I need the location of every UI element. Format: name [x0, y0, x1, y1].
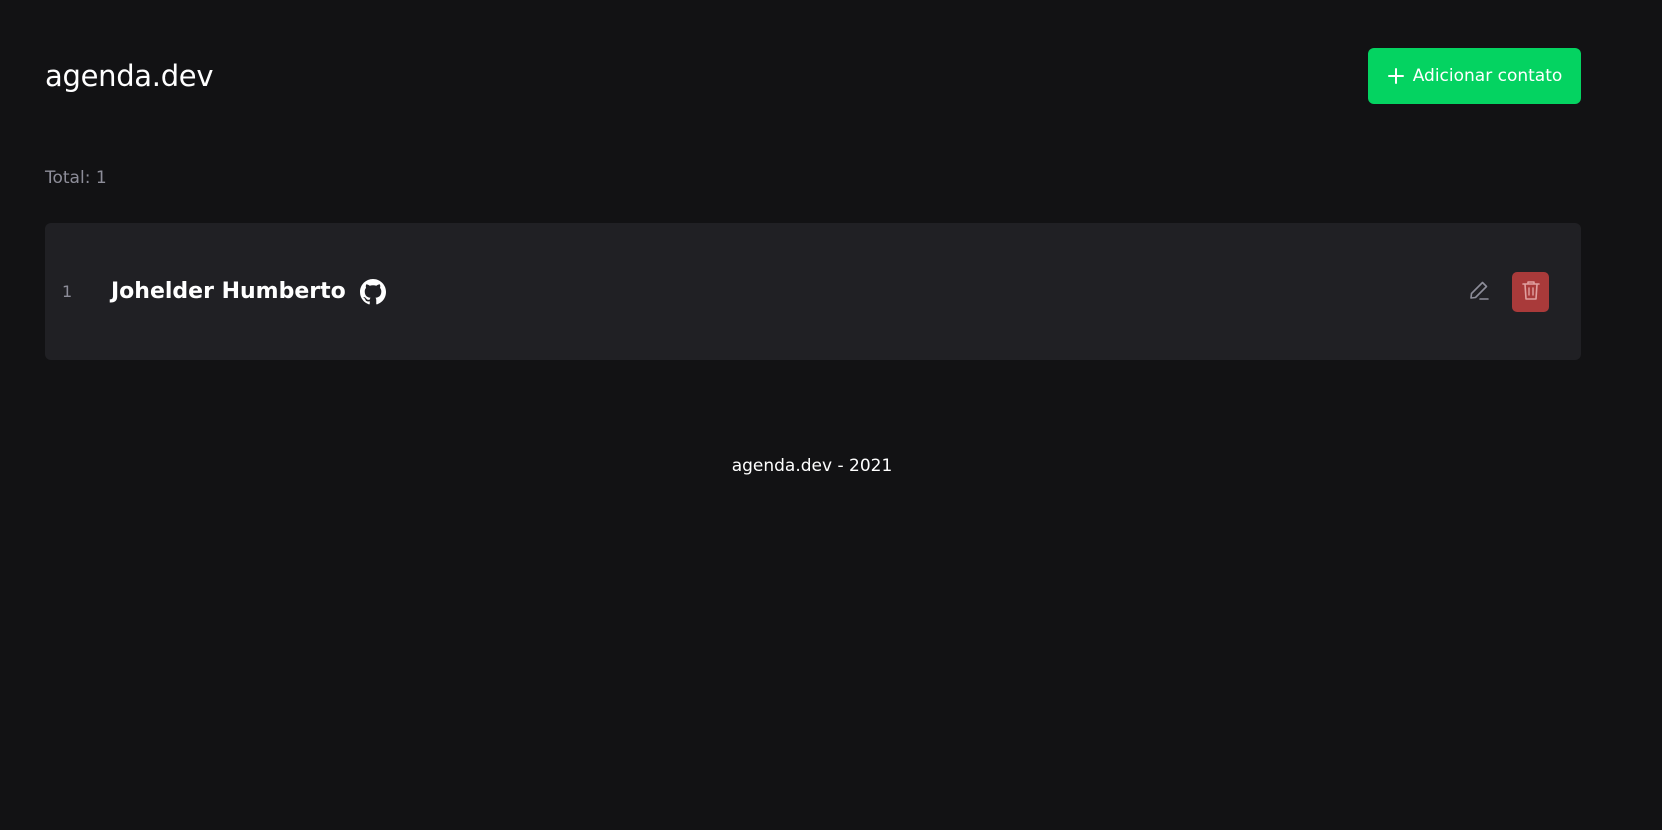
page: agenda.dev Adicionar contato Total: 1 1 … [0, 0, 1662, 830]
add-contact-label: Adicionar contato [1412, 66, 1563, 86]
total-count: Total: 1 [45, 168, 107, 188]
contact-name: Johelder Humberto [111, 279, 346, 304]
app-title: agenda.dev [45, 59, 214, 93]
contact-row: 1 Johelder Humberto [45, 223, 1581, 360]
github-icon[interactable] [359, 278, 386, 305]
delete-button[interactable] [1512, 271, 1549, 312]
contact-actions [1466, 271, 1549, 312]
contact-index: 1 [62, 282, 73, 301]
footer-text: agenda.dev - 2021 [731, 456, 893, 476]
add-contact-button[interactable]: Adicionar contato [1368, 48, 1581, 104]
plus-icon [1387, 67, 1405, 85]
header: agenda.dev Adicionar contato [45, 48, 1581, 104]
contact-list: 1 Johelder Humberto [45, 223, 1581, 360]
edit-icon [1467, 278, 1491, 306]
edit-button[interactable] [1466, 279, 1492, 305]
contact-name-group: Johelder Humberto [111, 278, 386, 305]
trash-icon [1520, 278, 1542, 306]
